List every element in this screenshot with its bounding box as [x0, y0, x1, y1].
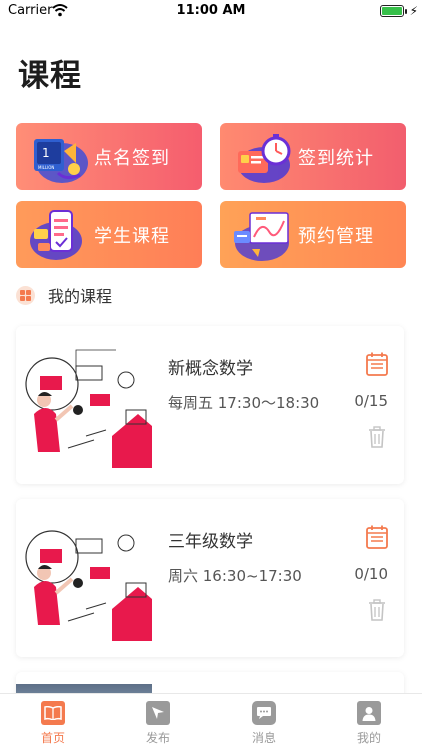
- calendar-icon[interactable]: [366, 352, 388, 376]
- tile-attendance-stats[interactable]: 签到统计: [220, 123, 406, 190]
- trash-icon[interactable]: [368, 599, 386, 621]
- course-illustration: [16, 340, 152, 468]
- tile-label: 签到统计: [298, 147, 374, 169]
- battery-icon: [380, 5, 404, 17]
- tab-home[interactable]: 首页: [0, 694, 106, 750]
- page-title: 课程: [18, 58, 82, 94]
- stopwatch-icon: [238, 133, 291, 183]
- tab-messages[interactable]: 消息: [211, 694, 317, 750]
- book-icon: [41, 701, 65, 725]
- chart-board-icon: [234, 211, 289, 261]
- course-illustration: [16, 513, 152, 641]
- course-card[interactable]: 新概念数学 每周五 17:30～18:30 0/15: [16, 326, 404, 484]
- svg-text:1: 1: [42, 146, 50, 160]
- tab-bar: 首页 发布 消息 我的: [0, 693, 422, 750]
- message-icon: [252, 701, 276, 725]
- svg-text:MILLION: MILLION: [38, 165, 54, 170]
- tab-label: 发布: [145, 731, 170, 745]
- tab-label: 消息: [251, 731, 276, 745]
- tile-student-courses[interactable]: 学生课程: [16, 201, 202, 268]
- tab-publish[interactable]: 发布: [105, 694, 211, 750]
- course-name: 新概念数学: [168, 359, 253, 379]
- trash-icon[interactable]: [368, 426, 386, 448]
- roll-call-icon: 1 MILLION: [34, 138, 88, 183]
- status-bar: Carrier 11:00 AM ⚡: [0, 0, 422, 24]
- calendar-icon[interactable]: [366, 525, 388, 549]
- tab-label: 我的: [356, 731, 381, 745]
- charging-icon: ⚡: [409, 4, 418, 18]
- my-courses-header: 我的课程: [16, 285, 113, 306]
- tab-label: 首页: [40, 731, 65, 745]
- send-icon: [146, 701, 170, 725]
- tile-label: 学生课程: [94, 225, 170, 247]
- course-schedule: 每周五 17:30～18:30: [168, 394, 320, 412]
- profile-icon: [357, 701, 381, 725]
- enrollment-count: 0/10: [354, 565, 388, 583]
- tile-booking-management[interactable]: 预约管理: [220, 201, 406, 268]
- tile-label: 点名签到: [94, 147, 170, 169]
- tab-profile[interactable]: 我的: [316, 694, 422, 750]
- clock: 11:00 AM: [176, 3, 246, 18]
- phone-course-icon: [30, 209, 82, 260]
- tile-label: 预约管理: [298, 225, 374, 247]
- course-name: 三年级数学: [168, 532, 253, 552]
- tile-roll-call[interactable]: 1 MILLION 点名签到: [16, 123, 202, 190]
- enrollment-count: 0/15: [354, 392, 388, 410]
- course-schedule: 周六 16:30~17:30: [168, 567, 302, 585]
- grid-icon: [16, 285, 35, 305]
- section-title: 我的课程: [48, 287, 113, 306]
- course-card[interactable]: 三年级数学 周六 16:30~17:30 0/10: [16, 499, 404, 657]
